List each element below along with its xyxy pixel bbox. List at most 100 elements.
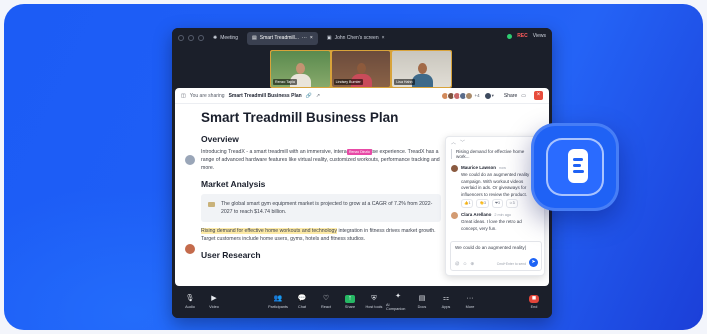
chevron-down-icon[interactable]: ﹀ — [460, 139, 465, 146]
collaborator-avatar — [185, 244, 195, 254]
views-button[interactable]: Views — [533, 33, 546, 39]
toolbar-audio[interactable]: 🎙 Audio — [178, 295, 202, 309]
video-tile[interactable]: Lisa Hahn — [392, 51, 452, 87]
collaborator-avatars[interactable]: +4 ▾ — [440, 91, 494, 100]
reply-tools[interactable]: @ ☺ ⊕ — [455, 261, 475, 267]
comment: Clara Arellano 2 min ago Great ideas. I l… — [446, 210, 544, 234]
chevron-up-icon[interactable]: ︿ — [451, 139, 456, 146]
tab-meeting[interactable]: ✺ Meeting — [208, 32, 243, 45]
open-external-icon[interactable]: ↗ — [316, 93, 320, 99]
document-panel: ◫ You are sharing Smart Treadmill Busine… — [175, 88, 549, 286]
close-doc-button[interactable]: × — [534, 91, 543, 100]
share-screen-icon: ↑ — [345, 295, 355, 303]
extra-collaborators-count: +4 — [474, 93, 480, 98]
microphone-icon: 🎙 — [185, 295, 195, 302]
window-minimize-dot[interactable] — [188, 35, 194, 41]
toolbar-share[interactable]: ↑ Share — [338, 295, 362, 309]
callout-quote: The global smart gym equipment market is… — [201, 194, 441, 222]
reaction-chip[interactable]: ❤3 — [491, 199, 503, 208]
tab-document-label: Smart Treadmill... — [259, 35, 299, 41]
tab-meeting-label: Meeting — [220, 35, 238, 41]
toolbar-docs[interactable]: ▤ Docs — [410, 295, 434, 309]
toolbar-participants[interactable]: 👥 Participants — [266, 295, 290, 309]
document-icon: ▤ — [252, 35, 257, 41]
toolbar-react[interactable]: ♡ React — [314, 295, 338, 309]
share-button[interactable]: Share — [504, 93, 517, 99]
highlighted-text[interactable]: Rising demand for effective home workout… — [201, 228, 338, 234]
end-call-icon: ■ — [529, 295, 539, 303]
document-name[interactable]: Smart Treadmill Business Plan — [229, 93, 302, 99]
toolbar-chat[interactable]: 💬 Chat — [290, 295, 314, 309]
hero-card: ✺ Meeting ▤ Smart Treadmill... ··· × ▣ J… — [4, 4, 703, 330]
security-shield-icon[interactable] — [507, 33, 513, 39]
comments-panel: ︿ ﹀ ✓ Rising demand for effective home w… — [445, 136, 545, 276]
comment-text: Great ideas. I love the retro ad concept… — [461, 218, 522, 231]
docs-app-icon — [531, 123, 619, 211]
reaction-chip[interactable]: 👏3 — [476, 199, 489, 208]
avatar — [483, 91, 492, 100]
camera-icon: ▶ — [211, 295, 217, 302]
callout-text: The global smart gym equipment market is… — [221, 201, 433, 215]
comment: Maurice Lawson now We could do an augment… — [446, 163, 544, 210]
quoted-text: Rising demand for effective home work... — [451, 149, 539, 159]
sparkle-icon: ✦ — [395, 293, 401, 300]
comment-time: 2 min ago — [494, 213, 512, 218]
video-gallery: Renzo Tapia Lindsey Burnier Lisa Hahn — [270, 50, 452, 88]
toolbar-apps[interactable]: ⚏ Apps — [434, 295, 458, 309]
video-tile[interactable]: Renzo Tapia — [271, 51, 330, 87]
tab-close-icon[interactable]: × — [310, 35, 313, 41]
send-button[interactable]: ➤ — [529, 258, 538, 267]
tab-document[interactable]: ▤ Smart Treadmill... ··· × — [247, 31, 318, 45]
window-maximize-dot[interactable] — [198, 35, 204, 41]
participants-icon: 👥 — [273, 295, 283, 302]
comment-author: Clara Arellano — [461, 212, 492, 218]
meeting-toolbar: 🎙 Audio ▶ Video 👥 Participants 💬 Chat ♡ React… — [172, 286, 552, 318]
folder-icon — [208, 202, 215, 207]
heart-icon: ♡ — [322, 295, 330, 302]
participant-name: Lisa Hahn — [394, 79, 415, 85]
toolbar-ai-companion[interactable]: ✦ AI Companion — [386, 293, 410, 311]
reply-input[interactable]: We could do an augmented reality| @ ☺ ⊕ … — [450, 241, 542, 271]
participant-name: Renzo Tapia — [273, 79, 297, 85]
avatar — [451, 165, 458, 172]
shield-icon: ⛨ — [371, 295, 377, 302]
reaction-chip[interactable]: 👍1 — [461, 199, 474, 208]
link-icon[interactable]: 🔗 — [306, 93, 312, 99]
comments-header: ︿ ﹀ ✓ — [446, 137, 544, 147]
apps-icon: ⚏ — [442, 295, 450, 302]
video-tile[interactable]: Lindsey Burnier — [331, 51, 391, 87]
participant-name: Lindsey Burnier — [333, 79, 363, 85]
sharing-prefix: You are sharing — [189, 92, 225, 99]
tab-screen-share[interactable]: ▣ John Chen's screen × — [322, 32, 390, 45]
tab-close-icon[interactable]: × — [382, 35, 385, 41]
meeting-icon: ✺ — [213, 35, 218, 41]
toolbar-more[interactable]: ··· More — [458, 295, 482, 309]
chat-icon: 💬 — [297, 295, 307, 302]
toolbar-video[interactable]: ▶ Video — [202, 295, 226, 309]
reaction-chip[interactable]: ☺3 — [505, 199, 518, 208]
recording-indicator[interactable]: REC — [517, 33, 528, 39]
collaborator-avatar — [185, 155, 195, 165]
end-button[interactable]: ■ End — [522, 295, 546, 309]
comment-time: now — [499, 166, 506, 171]
section-heading-overview: Overview — [201, 134, 239, 144]
toolbar-host-tools[interactable]: ⛨ Host tools — [362, 295, 386, 309]
screen-icon: ▣ — [326, 35, 332, 41]
window-close-dot[interactable] — [178, 35, 184, 41]
document-body[interactable]: Smart Treadmill Business Plan Overview I… — [201, 110, 441, 264]
section-heading-market: Market Analysis — [201, 179, 266, 189]
comment-text: We could do an augmented reality campaig… — [461, 172, 530, 197]
document-toolbar: ◫ You are sharing Smart Treadmill Busine… — [175, 88, 549, 104]
tab-menu-icon[interactable]: ··· — [302, 35, 307, 41]
window-titlebar: ✺ Meeting ▤ Smart Treadmill... ··· × ▣ J… — [172, 28, 552, 48]
participant-video — [411, 61, 433, 87]
reactions: 👍1 👏3 ❤3 ☺3 — [451, 199, 539, 208]
document-icon — [568, 149, 588, 183]
sidebar-toggle-icon[interactable]: ◫ — [181, 93, 186, 99]
avatar — [451, 211, 458, 219]
comment-icon[interactable]: ▭ — [521, 93, 526, 99]
titlebar-right: REC Views — [507, 33, 546, 39]
section-heading-research: User Research — [201, 250, 261, 260]
meeting-window: ✺ Meeting ▤ Smart Treadmill... ··· × ▣ J… — [172, 28, 552, 318]
document-title: Smart Treadmill Business Plan — [201, 110, 399, 125]
